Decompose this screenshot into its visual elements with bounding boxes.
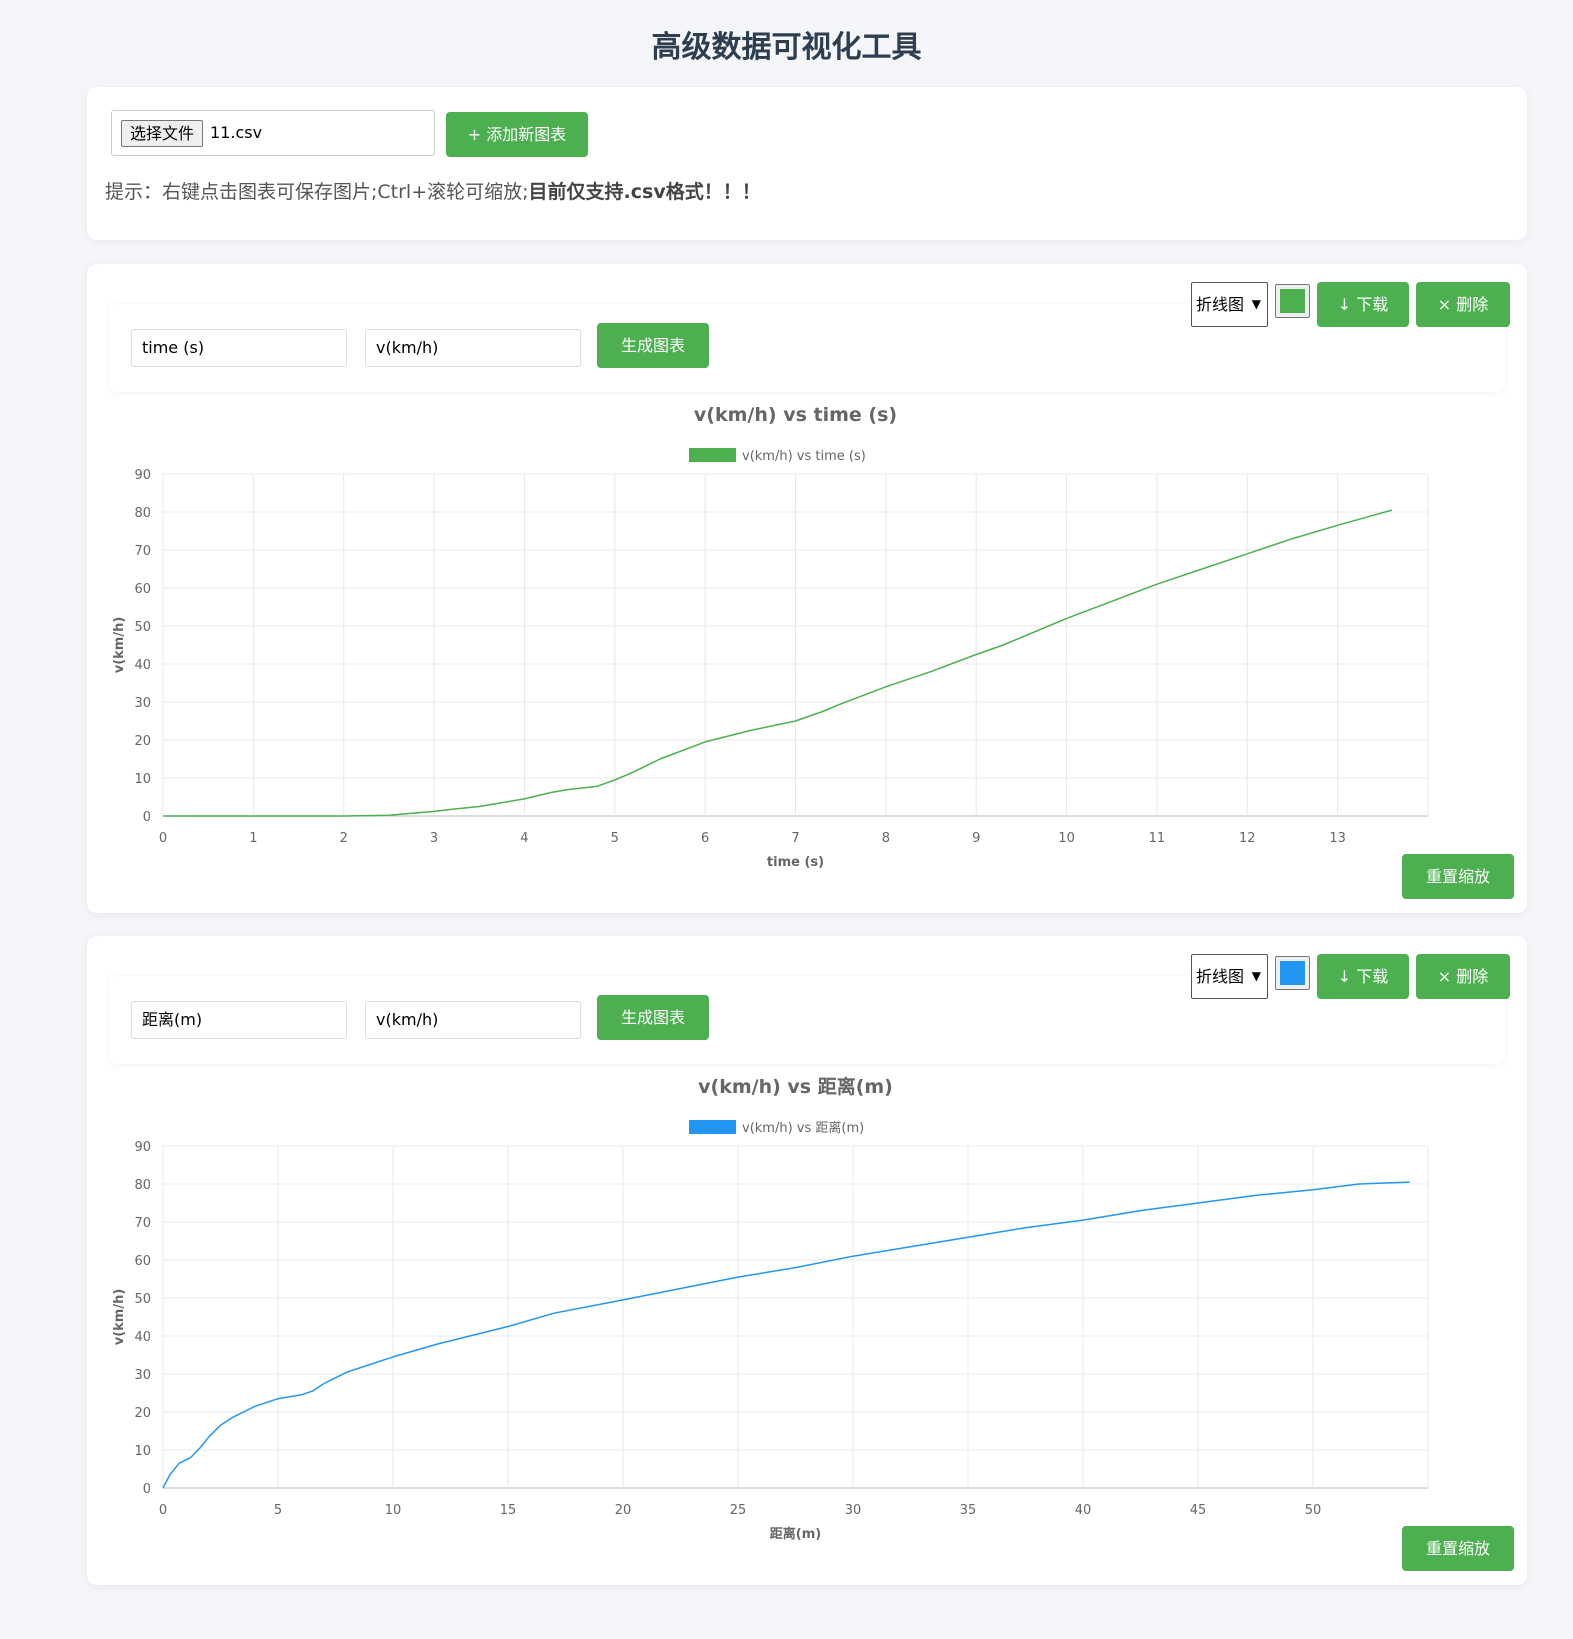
chart-canvas[interactable]: v(km/h) vs time (s) v(km/h) vs time (s) 0 1…	[87, 264, 1527, 913]
x-tick-label: 5	[611, 831, 619, 846]
x-tick-label: 25	[730, 1503, 747, 1518]
x-tick-label: 30	[845, 1503, 862, 1518]
x-tick-label: 9	[972, 831, 980, 846]
y-tick-label: 20	[134, 1406, 151, 1421]
y-tick-label: 60	[134, 1254, 151, 1269]
x-tick-label: 8	[882, 831, 890, 846]
y-tick-label: 80	[134, 1178, 151, 1193]
chart-title: v(km/h) vs 距离(m)	[698, 1075, 893, 1098]
y-tick-label: 0	[143, 810, 151, 825]
x-tick-label: 1	[249, 831, 257, 846]
y-tick-label: 50	[134, 1292, 151, 1307]
series-line	[162, 1181, 1410, 1489]
legend-label: v(km/h) vs time (s)	[742, 449, 866, 464]
x-tick-label: 45	[1190, 1503, 1207, 1518]
y-tick-label: 70	[134, 1216, 151, 1231]
x-tick-label: 0	[159, 831, 167, 846]
choose-file-button[interactable]: 选择文件	[121, 120, 204, 147]
add-chart-button[interactable]: + 添加新图表	[446, 112, 588, 157]
x-tick-label: 11	[1149, 831, 1166, 846]
y-tick-label: 90	[134, 1140, 151, 1155]
hint-prefix: 提示：右键点击图表可保存图片;Ctrl+滚轮可缩放;	[105, 181, 529, 203]
x-tick-label: 35	[960, 1503, 977, 1518]
series-line	[163, 509, 1393, 817]
x-tick-label: 10	[385, 1503, 402, 1518]
legend-swatch	[689, 448, 736, 462]
y-tick-label: 10	[134, 1444, 151, 1459]
y-tick-label: 60	[134, 582, 151, 597]
chart-card-2: 距离(m) v(km/h) 生成图表 折线图 ▼ ↓ 下载 × 删除 v(km/h…	[87, 936, 1527, 1585]
y-tick-label: 20	[134, 734, 151, 749]
x-tick-label: 6	[701, 831, 709, 846]
hint-text: 提示：右键点击图表可保存图片;Ctrl+滚轮可缩放;目前仅支持.csv格式！！！	[105, 177, 761, 204]
y-tick-label: 90	[134, 468, 151, 483]
chart-title: v(km/h) vs time (s)	[694, 404, 897, 426]
chart-card-1: time (s) v(km/h) 生成图表 折线图 ▼ ↓ 下载 × 删除 v(k…	[87, 264, 1527, 913]
page-title: 高级数据可视化工具	[651, 30, 922, 65]
hint-bold: 目前仅支持.csv格式！！！	[528, 181, 761, 203]
x-tick-label: 20	[615, 1503, 632, 1518]
reset-zoom-button[interactable]: 重置缩放	[1402, 854, 1514, 899]
y-axis-label: v(km/h)	[112, 617, 127, 674]
x-axis-label: time (s)	[767, 855, 824, 870]
y-tick-label: 40	[134, 658, 151, 673]
legend-label: v(km/h) vs 距离(m)	[742, 1120, 864, 1136]
x-axis-label: 距离(m)	[770, 1526, 821, 1542]
x-tick-label: 15	[500, 1503, 517, 1518]
y-tick-label: 50	[134, 620, 151, 635]
y-tick-label: 30	[134, 696, 151, 711]
y-tick-label: 70	[134, 544, 151, 559]
y-tick-label: 10	[134, 772, 151, 787]
y-tick-label: 40	[134, 1330, 151, 1345]
file-input[interactable]: 选择文件 11.csv	[111, 110, 435, 156]
reset-zoom-button[interactable]: 重置缩放	[1402, 1526, 1514, 1571]
file-name: 11.csv	[210, 123, 263, 142]
x-tick-label: 50	[1305, 1503, 1322, 1518]
x-tick-label: 0	[159, 1503, 167, 1518]
y-tick-label: 0	[143, 1482, 151, 1497]
x-tick-label: 12	[1239, 831, 1256, 846]
legend-swatch	[689, 1120, 736, 1134]
x-tick-label: 40	[1075, 1503, 1092, 1518]
x-tick-label: 4	[520, 831, 528, 846]
x-tick-label: 5	[274, 1503, 282, 1518]
upload-card: 选择文件 11.csv + 添加新图表 提示：右键点击图表可保存图片;Ctrl+…	[87, 87, 1527, 240]
y-axis-label: v(km/h)	[112, 1289, 127, 1346]
chart-canvas[interactable]: v(km/h) vs 距离(m) v(km/h) vs 距离(m) 0 10 20 30 4…	[87, 936, 1527, 1585]
y-tick-label: 30	[134, 1368, 151, 1383]
x-tick-label: 7	[791, 831, 799, 846]
y-tick-label: 80	[134, 506, 151, 521]
x-tick-label: 13	[1329, 831, 1346, 846]
x-tick-label: 10	[1058, 831, 1075, 846]
x-tick-label: 3	[430, 831, 438, 846]
x-tick-label: 2	[340, 831, 348, 846]
